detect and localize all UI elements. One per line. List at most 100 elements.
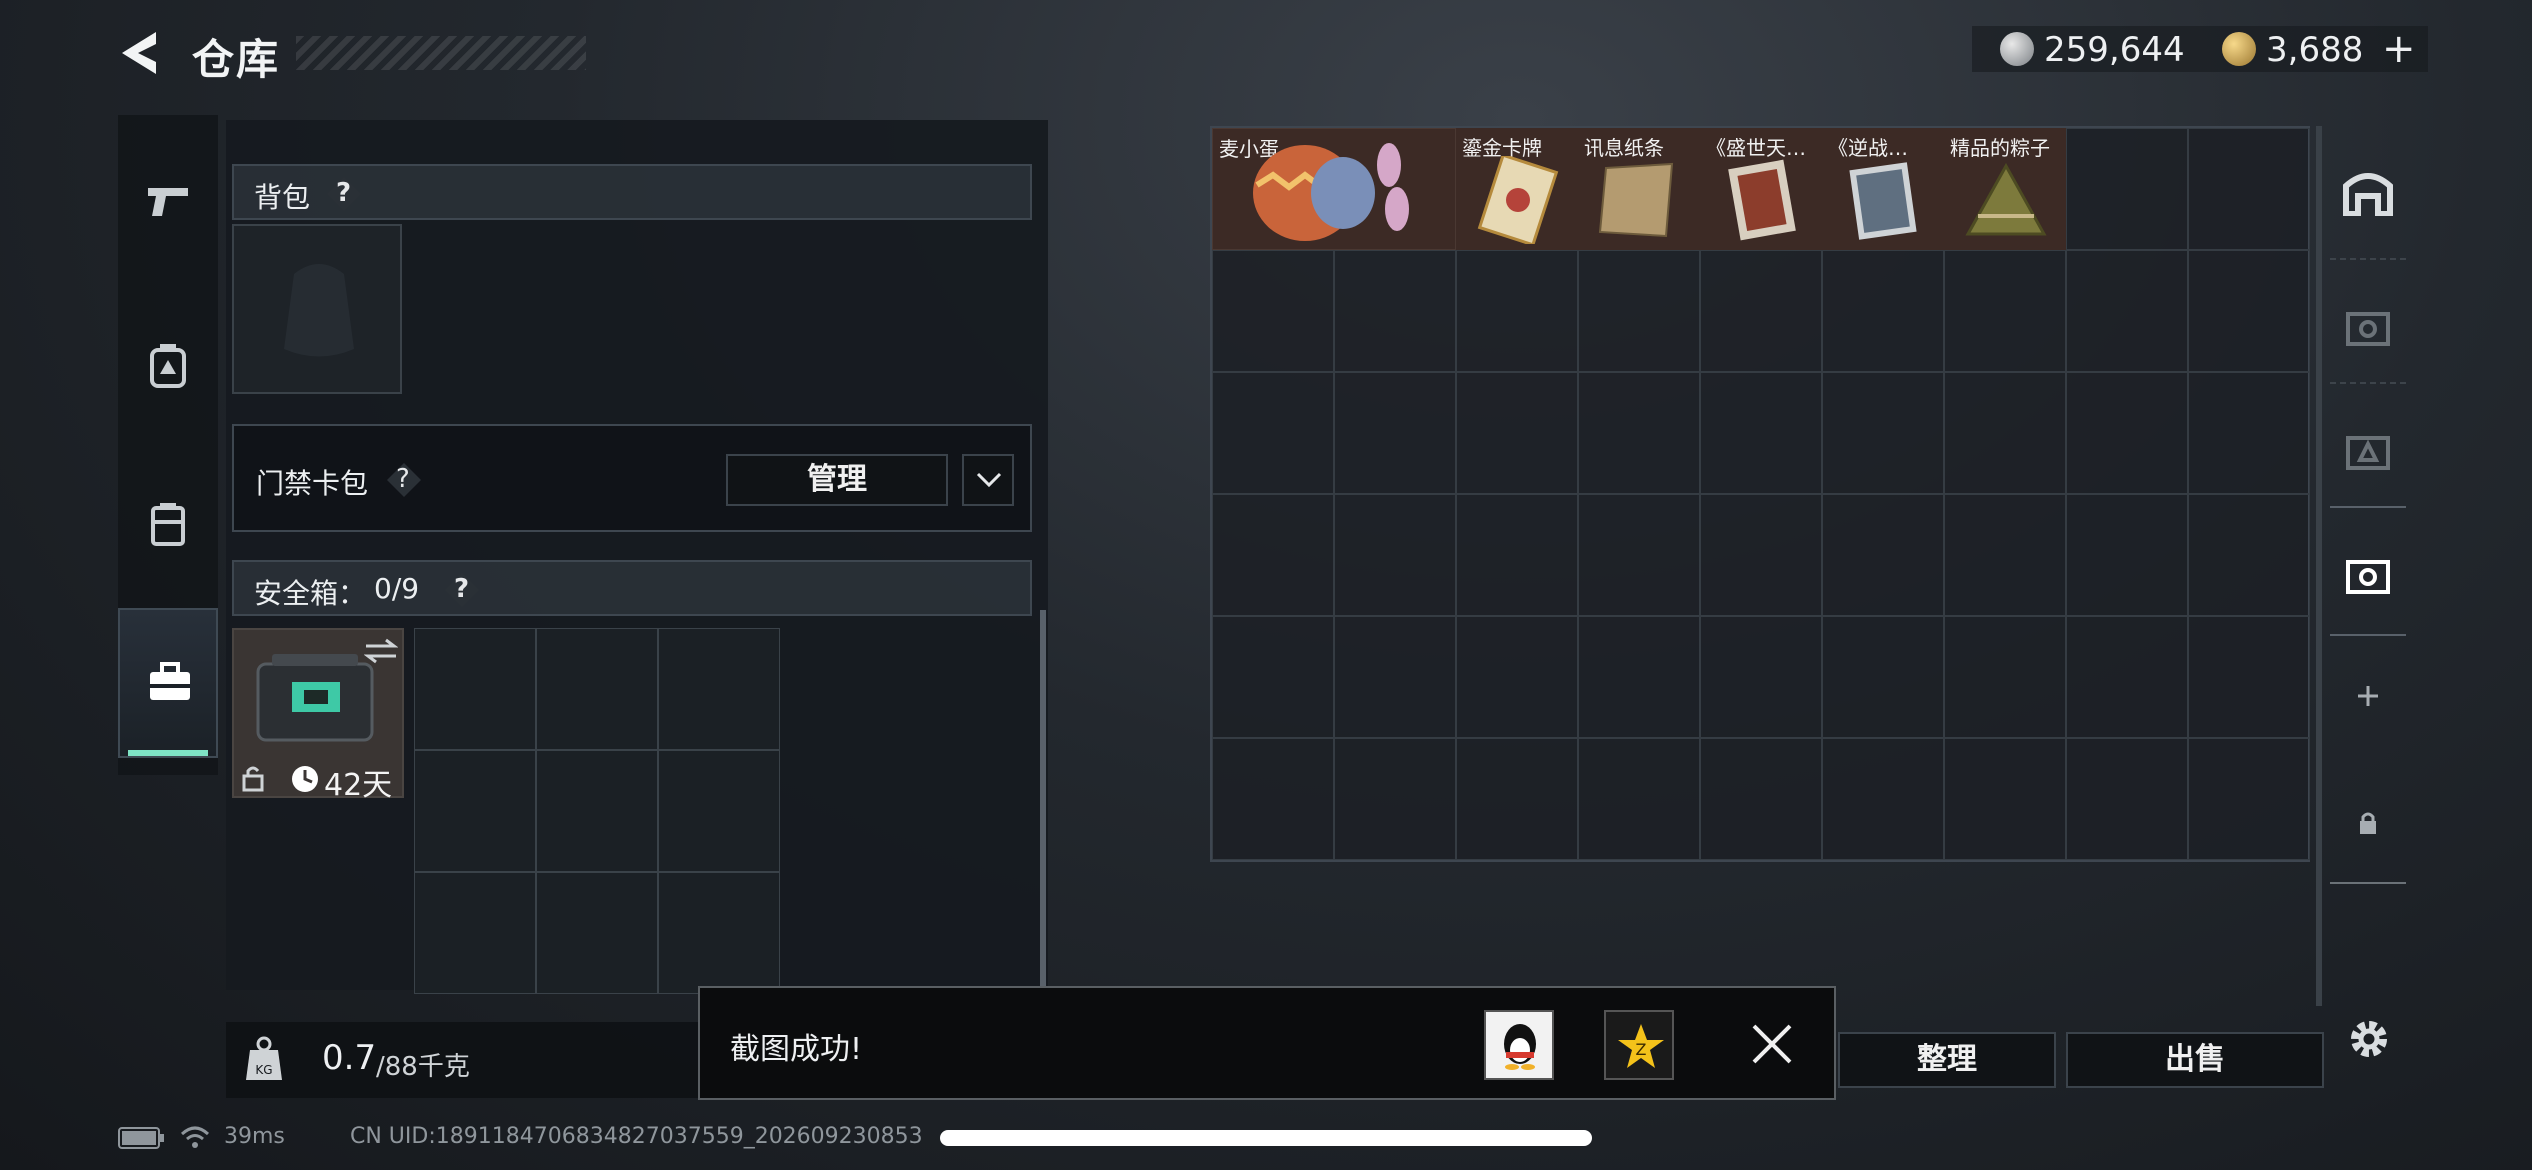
stash-cell[interactable] [1212, 738, 1334, 860]
side-nav-level4-active[interactable] [2330, 506, 2406, 636]
safebox-cell[interactable] [536, 750, 658, 872]
stash-cell[interactable] [1212, 616, 1334, 738]
gold-amount: 3,688 [2266, 30, 2364, 70]
side-nav-add[interactable] [2330, 636, 2406, 760]
stash-cell[interactable] [2066, 372, 2188, 494]
safebox-cell[interactable] [536, 872, 658, 994]
stash-cell[interactable] [2188, 494, 2310, 616]
safebox-cell[interactable] [658, 750, 780, 872]
stash-cell[interactable] [1334, 738, 1456, 860]
backpack-slot[interactable] [232, 224, 402, 394]
stash-cell[interactable] [1944, 372, 2066, 494]
stash-cell[interactable] [1700, 738, 1822, 860]
battery-icon [118, 1127, 164, 1149]
nav-backpack[interactable] [118, 290, 218, 440]
stash-cell[interactable] [1822, 372, 1944, 494]
safebox-cell[interactable] [536, 628, 658, 750]
backpack-label: 背包 [254, 181, 311, 214]
stash-cell[interactable] [2066, 616, 2188, 738]
stash-cell[interactable] [2188, 128, 2310, 250]
stash-item-paper-note[interactable]: 讯息纸条 [1578, 128, 1700, 250]
expand-keycard-button[interactable] [962, 454, 1014, 506]
manage-button[interactable]: 管理 [726, 454, 948, 506]
stash-cell[interactable] [2066, 494, 2188, 616]
stash-cell[interactable] [1822, 250, 1944, 372]
artwork-icon [1849, 162, 1917, 240]
nav-weapons[interactable] [118, 130, 218, 280]
safebox-count: 0/9 [374, 572, 420, 605]
stash-item-artwork[interactable]: 《逆战… [1822, 128, 1944, 250]
sell-button[interactable]: 出售 [2066, 1032, 2324, 1088]
stash-cell[interactable] [1456, 616, 1578, 738]
stash-cell[interactable] [2188, 738, 2310, 860]
stash-cell[interactable] [1578, 494, 1700, 616]
keycard-help-button[interactable]: ? [386, 462, 422, 498]
backpack-help-button[interactable]: ? [326, 176, 362, 212]
stash-cell[interactable] [1944, 494, 2066, 616]
stash-cell[interactable] [1334, 372, 1456, 494]
toast-close-button[interactable] [1750, 1022, 1794, 1066]
stash-cell[interactable] [1944, 250, 2066, 372]
stash-cell[interactable] [1578, 372, 1700, 494]
stash-cell[interactable] [2066, 128, 2188, 250]
stash-cell[interactable] [2188, 616, 2310, 738]
stash-cell[interactable] [1700, 250, 1822, 372]
side-nav-level4[interactable] [2330, 382, 2406, 506]
stash-cell[interactable] [2188, 250, 2310, 372]
stash-cell[interactable] [1212, 250, 1334, 372]
pistol-icon [148, 188, 188, 216]
safebox-cell[interactable] [658, 628, 780, 750]
sort-button[interactable]: 整理 [1838, 1032, 2056, 1088]
stash-item-painting[interactable]: 《盛世天… [1700, 128, 1822, 250]
home-indicator[interactable] [940, 1130, 1592, 1146]
stash-cell[interactable] [1334, 616, 1456, 738]
stash-cell[interactable] [1456, 494, 1578, 616]
close-icon [1752, 1024, 1792, 1064]
nav-storage[interactable] [118, 450, 218, 600]
side-nav-home[interactable] [2330, 126, 2406, 252]
share-qq-button[interactable] [1484, 1010, 1554, 1080]
stash-cell[interactable] [1822, 738, 1944, 860]
stash-item-egg[interactable]: 麦小蛋 [1212, 128, 1456, 250]
safebox-cell[interactable] [414, 872, 536, 994]
safebox-cell[interactable] [414, 750, 536, 872]
back-button[interactable] [118, 28, 168, 78]
title-decoration [296, 36, 586, 70]
stash-cell[interactable] [1212, 372, 1334, 494]
stash-cell[interactable] [1700, 494, 1822, 616]
nav-toolbox[interactable] [118, 608, 218, 758]
share-qzone-button[interactable]: Z [1604, 1010, 1674, 1080]
stash-cell[interactable] [2066, 250, 2188, 372]
side-nav-locked[interactable] [2330, 760, 2406, 884]
add-currency-button[interactable]: + [2382, 26, 2416, 72]
stash-cell[interactable] [1456, 250, 1578, 372]
stash-cell[interactable] [2066, 738, 2188, 860]
safebox-cell[interactable] [414, 628, 536, 750]
stash-cell[interactable] [1578, 250, 1700, 372]
stash-cell[interactable] [1334, 494, 1456, 616]
stash-cell[interactable] [1456, 738, 1578, 860]
stash-cell[interactable] [1578, 616, 1700, 738]
settings-button[interactable] [2344, 1014, 2394, 1064]
stash-cell[interactable] [1822, 616, 1944, 738]
stash-item-zongzi[interactable]: 精品的粽子 [1944, 128, 2066, 250]
side-nav-level5[interactable] [2330, 258, 2406, 382]
safebox-help-button[interactable]: ? [444, 572, 480, 608]
safebox-duration: 42天 [324, 768, 393, 803]
stash-cell[interactable] [1578, 738, 1700, 860]
safebox-cell[interactable] [658, 872, 780, 994]
stash-cell[interactable] [1944, 738, 2066, 860]
stash-cell[interactable] [1822, 494, 1944, 616]
stash-cell[interactable] [1212, 494, 1334, 616]
safebox-item[interactable]: 42天 [232, 628, 404, 803]
stash-scrollbar[interactable] [2316, 126, 2322, 1006]
stash-cell[interactable] [1700, 616, 1822, 738]
stash-cell[interactable] [1944, 616, 2066, 738]
stash-cell[interactable] [1456, 372, 1578, 494]
user-uid: CN UID:1891184706834827037559_2026092308… [350, 1124, 923, 1149]
stash-cell[interactable] [1334, 250, 1456, 372]
stash-cell[interactable] [1700, 372, 1822, 494]
stash-item-gold-card[interactable]: 鎏金卡牌 [1456, 128, 1578, 250]
stash-cell[interactable] [2188, 372, 2310, 494]
left-panel-scrollbar[interactable] [1040, 610, 1046, 990]
